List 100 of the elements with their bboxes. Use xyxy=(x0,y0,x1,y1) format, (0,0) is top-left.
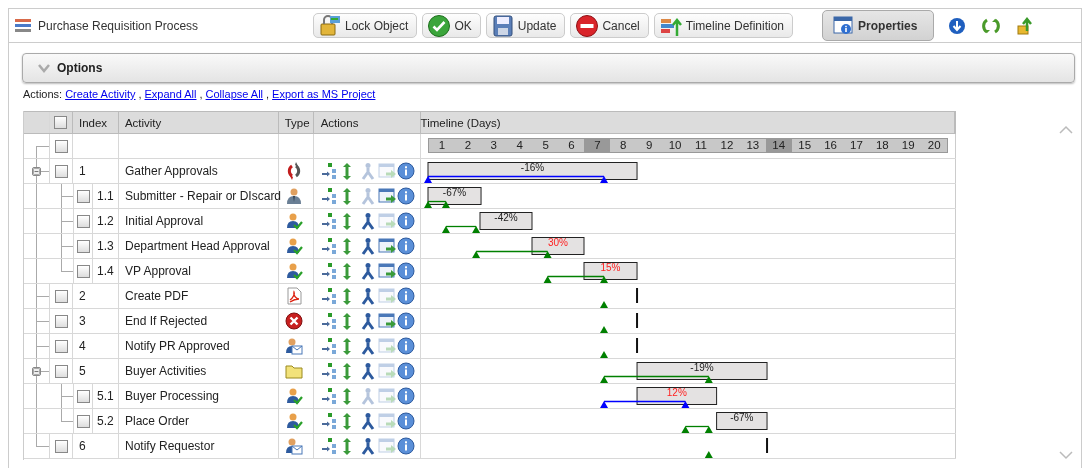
deadline-line xyxy=(766,438,769,453)
branch-icon[interactable] xyxy=(359,337,377,355)
checkbox[interactable] xyxy=(54,439,68,453)
info-icon[interactable] xyxy=(397,162,415,180)
column-header: Timeline (Days) xyxy=(420,116,501,129)
day-label: 4 xyxy=(515,139,524,152)
day-label: 14 xyxy=(765,139,792,152)
info-icon[interactable] xyxy=(397,287,415,305)
link-separator: , xyxy=(199,88,203,100)
checkbox[interactable] xyxy=(54,289,68,303)
squares-arrow-icon[interactable] xyxy=(321,412,339,430)
activity-cell: Notify Requestor xyxy=(125,439,215,453)
document-icon xyxy=(285,287,303,305)
activity-cell: Buyer Processing xyxy=(125,389,220,403)
folder-icon xyxy=(285,362,303,380)
checkbox[interactable] xyxy=(54,116,68,129)
person-check-icon xyxy=(285,412,303,430)
timeline-bar: 12% xyxy=(636,387,718,405)
toolbar-button[interactable]: Timeline Definition xyxy=(653,13,794,38)
toolbar-button[interactable]: Lock Object xyxy=(313,13,418,38)
options-panel-header[interactable]: Options xyxy=(22,53,1075,83)
up-arrow-icon[interactable] xyxy=(1016,16,1035,35)
checkbox[interactable] xyxy=(76,389,90,403)
checkbox[interactable] xyxy=(76,414,90,428)
refresh-icon[interactable] xyxy=(982,16,1001,35)
check-circle-icon xyxy=(427,13,452,38)
activity-cell: Place Order xyxy=(125,414,190,428)
squares-arrow-icon[interactable] xyxy=(321,337,339,355)
action-link[interactable]: Expand All xyxy=(144,88,197,100)
collapse-toggle-icon[interactable] xyxy=(32,367,41,376)
squares-arrow-icon[interactable] xyxy=(321,362,339,380)
timeline-bar: -19% xyxy=(636,362,768,380)
index-cell: 1 xyxy=(79,164,86,178)
checkbox[interactable] xyxy=(76,264,90,278)
info-icon[interactable] xyxy=(397,387,415,405)
toolbar-button[interactable]: Update xyxy=(485,13,566,38)
toolbar-button[interactable]: Cancel xyxy=(570,13,649,38)
action-link[interactable]: Collapse All xyxy=(205,88,264,100)
info-icon[interactable] xyxy=(397,437,415,455)
action-link[interactable]: Create Activity xyxy=(65,88,136,100)
column-header: Index xyxy=(78,116,108,129)
milestone-marker xyxy=(600,326,608,333)
deadline-line xyxy=(636,288,639,303)
branch-icon[interactable] xyxy=(359,412,377,430)
checkbox[interactable] xyxy=(76,239,90,253)
activity-cell: Initial Approval xyxy=(125,214,204,228)
day-label: 7 xyxy=(584,139,611,152)
squares-arrow-icon[interactable] xyxy=(321,187,339,205)
index-cell: 1.1 xyxy=(97,189,114,203)
toolbar-button[interactable]: OK xyxy=(422,13,481,38)
checkbox[interactable] xyxy=(54,139,68,153)
branch-icon[interactable] xyxy=(359,262,377,280)
branch-icon[interactable] xyxy=(359,287,377,305)
deadline-line xyxy=(636,313,639,328)
branch-icon[interactable] xyxy=(359,362,377,380)
deadline-line xyxy=(636,338,639,353)
squares-arrow-icon[interactable] xyxy=(321,162,339,180)
branch-icon[interactable] xyxy=(359,237,377,255)
info-icon[interactable] xyxy=(397,362,415,380)
info-icon[interactable] xyxy=(397,312,415,330)
info-icon[interactable] xyxy=(397,262,415,280)
info-icon[interactable] xyxy=(397,412,415,430)
person-mail-icon xyxy=(285,437,303,455)
checkbox[interactable] xyxy=(54,364,68,378)
squares-arrow-icon[interactable] xyxy=(321,287,339,305)
squares-arrow-icon[interactable] xyxy=(321,437,339,455)
activity-cell: End If Rejected xyxy=(125,314,208,328)
cycle-arrows-icon xyxy=(285,162,303,180)
action-link[interactable]: Export as MS Project xyxy=(272,88,376,100)
collapse-toggle-icon[interactable] xyxy=(32,167,41,176)
squares-arrow-icon[interactable] xyxy=(321,387,339,405)
squares-arrow-icon[interactable] xyxy=(321,237,339,255)
squares-arrow-icon[interactable] xyxy=(321,312,339,330)
checkbox[interactable] xyxy=(54,314,68,328)
activity-cell: Gather Approvals xyxy=(125,164,218,178)
checkbox[interactable] xyxy=(76,214,90,228)
checkbox[interactable] xyxy=(54,339,68,353)
day-label: 15 xyxy=(797,139,813,152)
day-label: 8 xyxy=(619,139,628,152)
toolbar-button[interactable]: Properties xyxy=(822,10,935,41)
info-icon[interactable] xyxy=(397,337,415,355)
timeline-bar: -42% xyxy=(479,212,533,230)
branch-icon[interactable] xyxy=(359,312,377,330)
person-check-icon xyxy=(285,237,303,255)
person-mail-icon xyxy=(285,337,303,355)
squares-arrow-icon[interactable] xyxy=(321,262,339,280)
timeline-bar: -16% xyxy=(427,162,638,180)
activity-cell: Submitter - Repair or DIscard xyxy=(125,189,282,203)
checkbox[interactable] xyxy=(76,189,90,203)
info-icon[interactable] xyxy=(397,187,415,205)
squares-arrow-icon[interactable] xyxy=(321,212,339,230)
window-title: Purchase Requisition Process xyxy=(38,18,199,33)
checkbox[interactable] xyxy=(54,164,68,178)
branch-icon[interactable] xyxy=(359,212,377,230)
activity-cell: Create PDF xyxy=(125,289,189,303)
person-check-icon xyxy=(285,212,303,230)
branch-icon[interactable] xyxy=(359,437,377,455)
info-icon[interactable] xyxy=(397,212,415,230)
info-icon[interactable] xyxy=(397,237,415,255)
index-cell: 5 xyxy=(79,364,86,378)
